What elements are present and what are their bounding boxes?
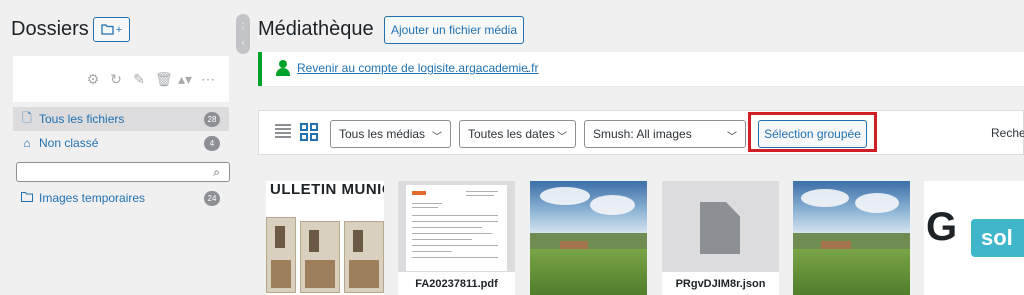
folder-item-temp-images[interactable]: Images temporaires 24 [13,186,229,210]
add-media-button[interactable]: Ajouter un fichier média [384,16,524,44]
media-thumbnail-json[interactable]: PRgvDJIM8r.json [662,181,779,295]
search-label: Recher [991,126,1024,140]
logo-text: sol [971,219,1024,257]
more-icon[interactable]: ⋯ [201,71,215,87]
count-badge: 24 [204,191,220,206]
folder-item-uncategorized[interactable]: ⌂ Non classé 4 [13,131,229,155]
list-view-icon[interactable] [275,124,291,140]
landscape-cloud [855,193,899,213]
media-thumbnail-landscape[interactable] [793,181,910,295]
folders-title: Dossiers [11,18,89,40]
landscape-field [793,249,910,295]
page-title: Médiathèque [258,18,374,40]
refresh-icon[interactable]: ↻ [109,71,123,87]
media-toolbar: Tous les médias ﹀ Toutes les dates ﹀ Smu… [258,110,1024,155]
count-badge: 28 [204,112,220,127]
search-icon: ⌕ [213,165,220,179]
landscape-cloud [540,187,590,205]
media-type-select[interactable]: Tous les médias ﹀ [330,120,451,148]
media-thumbnail-landscape[interactable] [530,181,647,295]
pdf-preview [406,185,507,271]
file-icon: 🗋 [22,110,32,125]
trash-icon[interactable]: 🗑 [155,71,173,87]
folder-item-label: Tous les fichiers [39,112,125,126]
landscape-cloud [590,195,635,215]
sort-icon[interactable]: ▴▾ [178,71,192,87]
folder-toolbox: ⚙ ↻ ✎ 🗑 ▴▾ ⋯ [13,56,229,102]
smush-filter-value: Smush: All images [593,127,692,141]
notice-suffix: . [526,61,530,75]
landscape-field [530,249,647,295]
user-icon [276,60,290,76]
media-type-value: Tous les médias [339,127,426,141]
dots-icon: ⋮ [239,21,247,31]
date-filter-select[interactable]: Toutes les dates ﹀ [459,120,576,148]
pencil-icon[interactable]: ✎ [132,71,146,87]
date-filter-value: Toutes les dates [468,127,555,141]
count-badge: 4 [204,136,220,151]
bulletin-page-image [300,221,340,293]
chevron-left-icon: ‹ [241,37,245,47]
folders-panel: Dossiers + ⚙ ↻ ✎ 🗑 ▴▾ ⋯ 🗋 Tous les fichi… [0,0,242,295]
landscape-town [560,241,588,249]
gear-icon[interactable]: ⚙ [86,71,100,87]
account-notice: Revenir au compte de logisite.argacademi… [258,52,1024,86]
folder-icon [19,191,35,205]
bulletin-page-image [344,221,384,293]
logo-letter: G [926,205,958,249]
folder-item-label: Images temporaires [39,191,146,205]
landscape-town [821,241,851,249]
media-filename: FA20237811.pdf [398,272,515,295]
smush-filter-select[interactable]: Smush: All images ﹀ [584,120,746,148]
landscape-cloud [801,189,849,207]
bulletin-page-image [266,217,296,293]
annotation-highlight [748,112,877,152]
folder-item-all-files[interactable]: 🗋 Tous les fichiers 28 [13,107,229,131]
chevron-down-icon: ﹀ [727,132,737,143]
folder-search-input[interactable]: ⌕ [16,162,230,182]
return-account-link[interactable]: Revenir au compte de logisite.argacademi… [297,61,538,75]
media-thumbnail-logo[interactable]: G sol [924,181,1024,295]
folder-plus-icon [101,24,114,35]
media-filename: PRgvDJIM8r.json [662,272,779,295]
add-folder-plus: + [115,23,123,36]
panel-resize-handle[interactable]: ⋮ ‹ [236,14,250,54]
home-icon: ⌂ [23,136,31,150]
chevron-down-icon: ﹀ [432,132,442,143]
media-thumbnail-pdf[interactable]: FA20237811.pdf [398,181,515,295]
folder-item-label: Non classé [39,136,99,150]
media-thumbnail-bulletin[interactable]: ULLETIN MUNICIPA [266,181,384,295]
chevron-down-icon: ﹀ [557,132,567,143]
bulletin-header-text: ULLETIN MUNICIPA [270,181,384,198]
grid-view-icon[interactable] [300,123,318,141]
document-file-icon [700,202,740,254]
add-folder-button[interactable]: + [93,17,130,42]
